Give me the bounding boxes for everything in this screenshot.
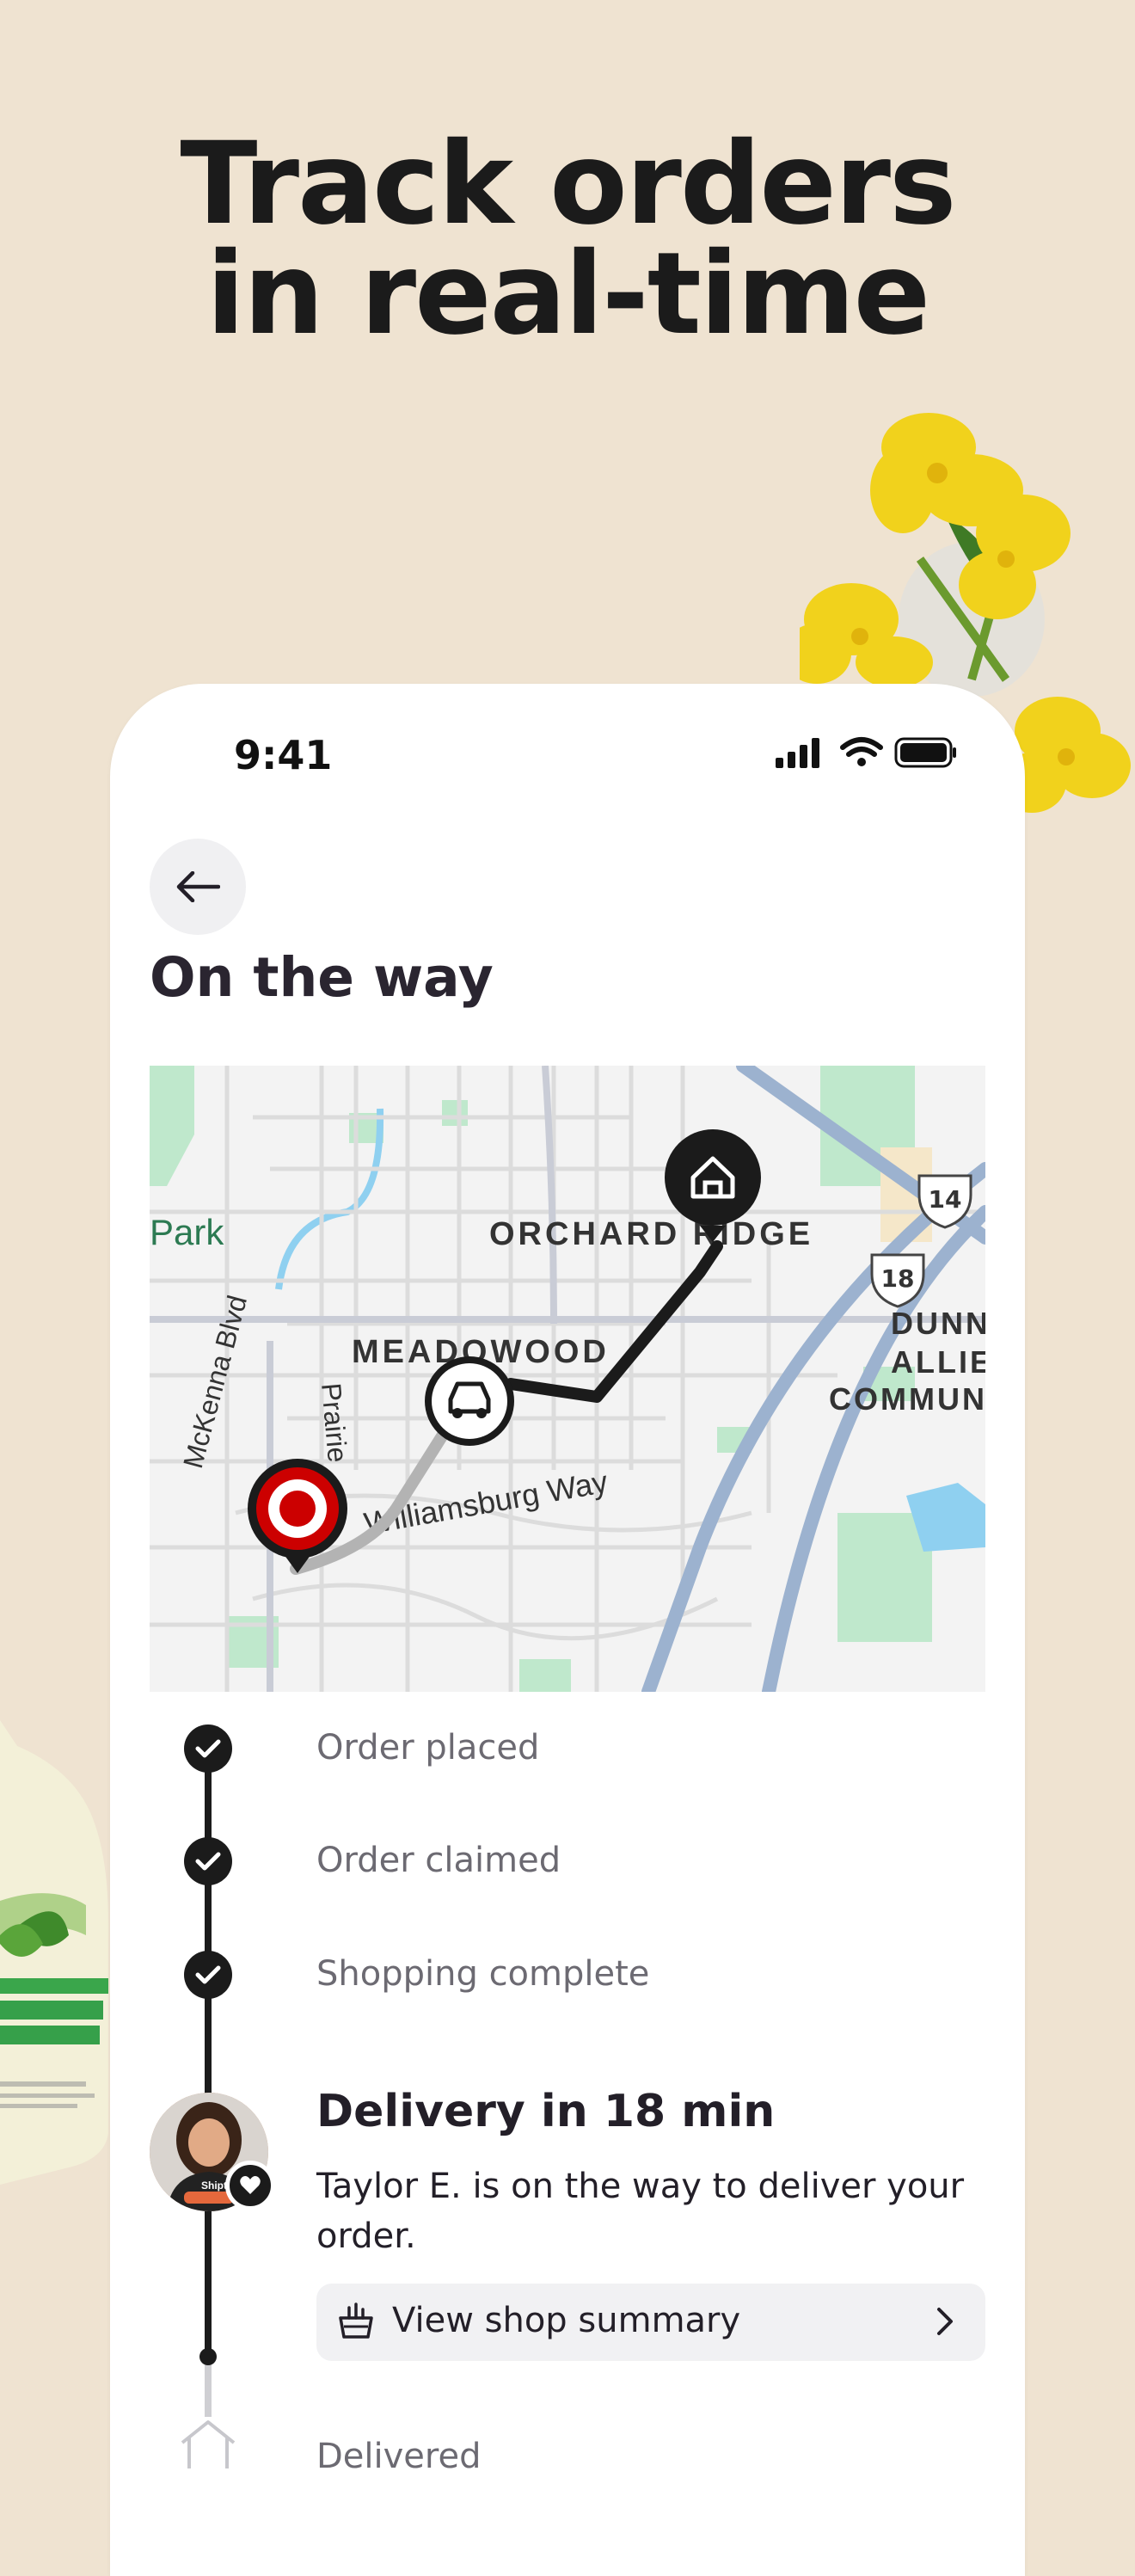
basket-icon (339, 2302, 373, 2339)
timeline-dot (199, 2348, 217, 2365)
back-button[interactable] (150, 839, 246, 935)
svg-text:14: 14 (929, 1185, 962, 1214)
step-2-label: Order claimed (316, 1841, 561, 1880)
map-label-dunn-3: COMMUN (829, 1381, 985, 1417)
driver-car-icon (425, 1356, 514, 1446)
wifi-icon (840, 737, 883, 757)
arrow-left-icon (176, 871, 220, 902)
favorite-heart-icon[interactable] (225, 2161, 275, 2210)
headline: Track orders in real-time (0, 118, 1135, 360)
map-canvas: 14 18 Park ORCHARD RIDGE MEADOWOOD DUNN … (150, 1066, 985, 1692)
step-1-check-icon (184, 1725, 232, 1773)
phone-screen: 9:41 On the way 14 18 Park ORCHARD RIDGE… (110, 684, 1025, 2576)
svg-text:Shipt: Shipt (201, 2179, 227, 2192)
timeline-line-current (205, 2223, 212, 2352)
chevron-right-icon (937, 2308, 953, 2335)
map-label-dunn-1: DUNN (891, 1306, 985, 1341)
status-time: 9:41 (234, 732, 333, 778)
signal-icon (776, 738, 819, 768)
step-1-label: Order placed (316, 1728, 540, 1768)
step-3-label: Shopping complete (316, 1954, 650, 1994)
step-4-label: Delivered (316, 2437, 482, 2476)
view-shop-summary-button[interactable]: View shop summary (316, 2284, 985, 2361)
map-label-dunn-2: ALLIE (891, 1344, 985, 1380)
delivery-description: Taylor E. is on the way to deliver your … (316, 2167, 965, 2256)
delivered-home-icon (181, 2420, 236, 2468)
map-label-orchard-ridge: ORCHARD RIDGE (489, 1216, 813, 1252)
step-2-check-icon (184, 1837, 232, 1885)
headline-line-2: in real-time (206, 228, 930, 360)
delivery-eta-title: Delivery in 18 min (316, 2086, 776, 2137)
headline-line-1: Track orders (180, 118, 956, 250)
page-title: On the way (150, 946, 494, 1009)
view-shop-summary-label: View shop summary (392, 2301, 741, 2340)
battery-icon (894, 737, 956, 768)
svg-text:18: 18 (881, 1264, 915, 1293)
step-3-check-icon (184, 1951, 232, 1999)
tracking-map[interactable]: 14 18 Park ORCHARD RIDGE MEADOWOOD DUNN … (150, 1066, 985, 1692)
map-label-park: Park (150, 1212, 224, 1252)
status-icons (776, 737, 956, 768)
detergent-bottle-decoration (0, 1720, 109, 2185)
